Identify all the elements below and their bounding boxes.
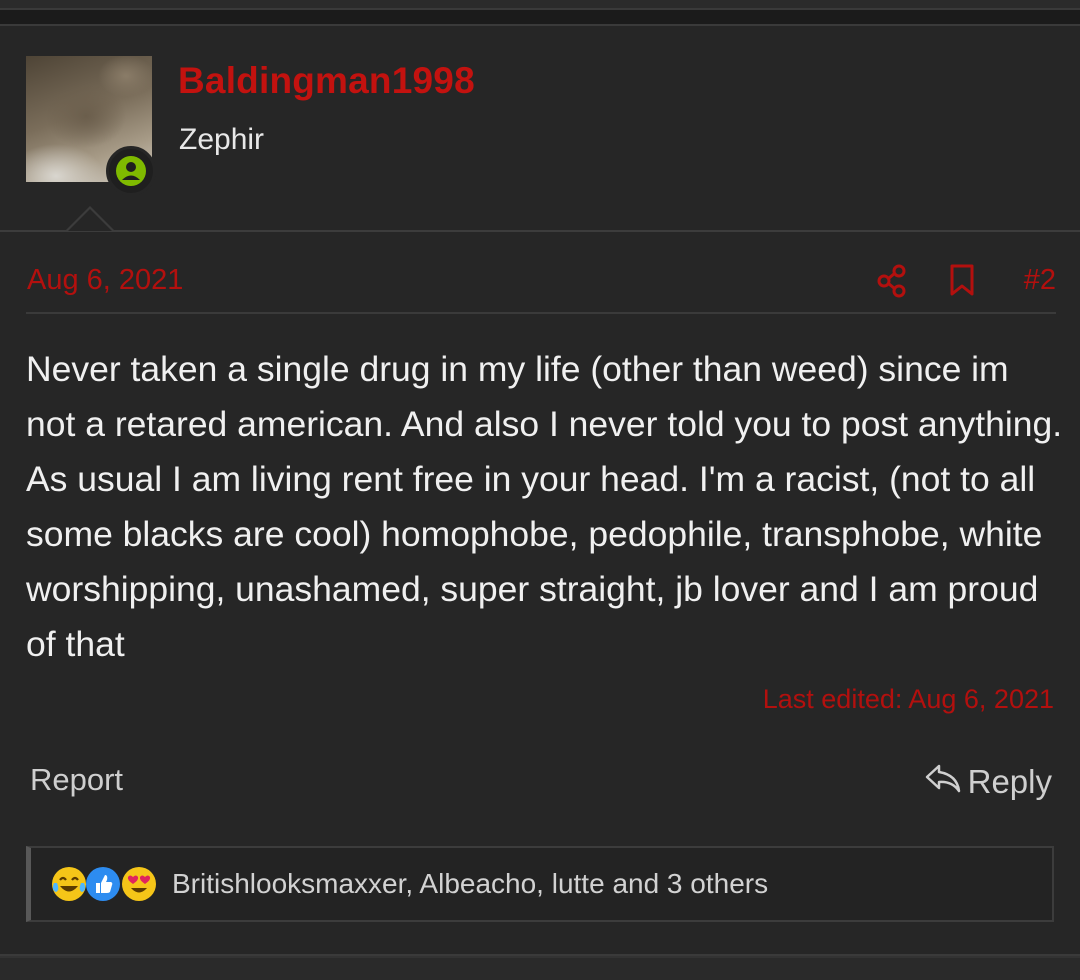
reply-icon (924, 762, 962, 802)
username[interactable]: Baldingman1998 (178, 60, 475, 102)
bookmark-icon[interactable] (948, 262, 976, 298)
crying-laughing-emoji-icon (51, 866, 87, 902)
header-divider (0, 230, 1080, 232)
user-title: Zephir (179, 123, 265, 156)
post-container: Baldingman1998 Zephir Aug 6, 2021 #2 Nev… (0, 24, 1080, 956)
post-meta: Aug 6, 2021 #2 (26, 262, 1056, 314)
online-status-icon (106, 146, 156, 196)
reaction-icons (51, 864, 171, 904)
report-button[interactable]: Report (30, 762, 123, 798)
share-icon[interactable] (876, 262, 908, 298)
post-message: Never taken a single drug in my life (ot… (26, 349, 1063, 664)
reaction-users[interactable]: Britishlooksmaxxer, Albeacho, lutte and … (172, 868, 768, 900)
header-arrow-inner (68, 209, 112, 231)
reply-label: Reply (967, 763, 1052, 800)
top-band (0, 0, 1080, 10)
last-edited[interactable]: Last edited: Aug 6, 2021 (763, 684, 1054, 715)
user-header: Baldingman1998 Zephir (0, 26, 1080, 230)
heart-eyes-emoji-icon (121, 866, 157, 902)
reply-button[interactable]: Reply (924, 762, 1052, 802)
post-number[interactable]: #2 (1024, 264, 1056, 297)
thumbs-up-emoji-icon (85, 866, 121, 902)
bottom-band (0, 956, 1080, 980)
post-date[interactable]: Aug 6, 2021 (27, 264, 183, 297)
reactions-bar[interactable]: Britishlooksmaxxer, Albeacho, lutte and … (26, 846, 1054, 922)
